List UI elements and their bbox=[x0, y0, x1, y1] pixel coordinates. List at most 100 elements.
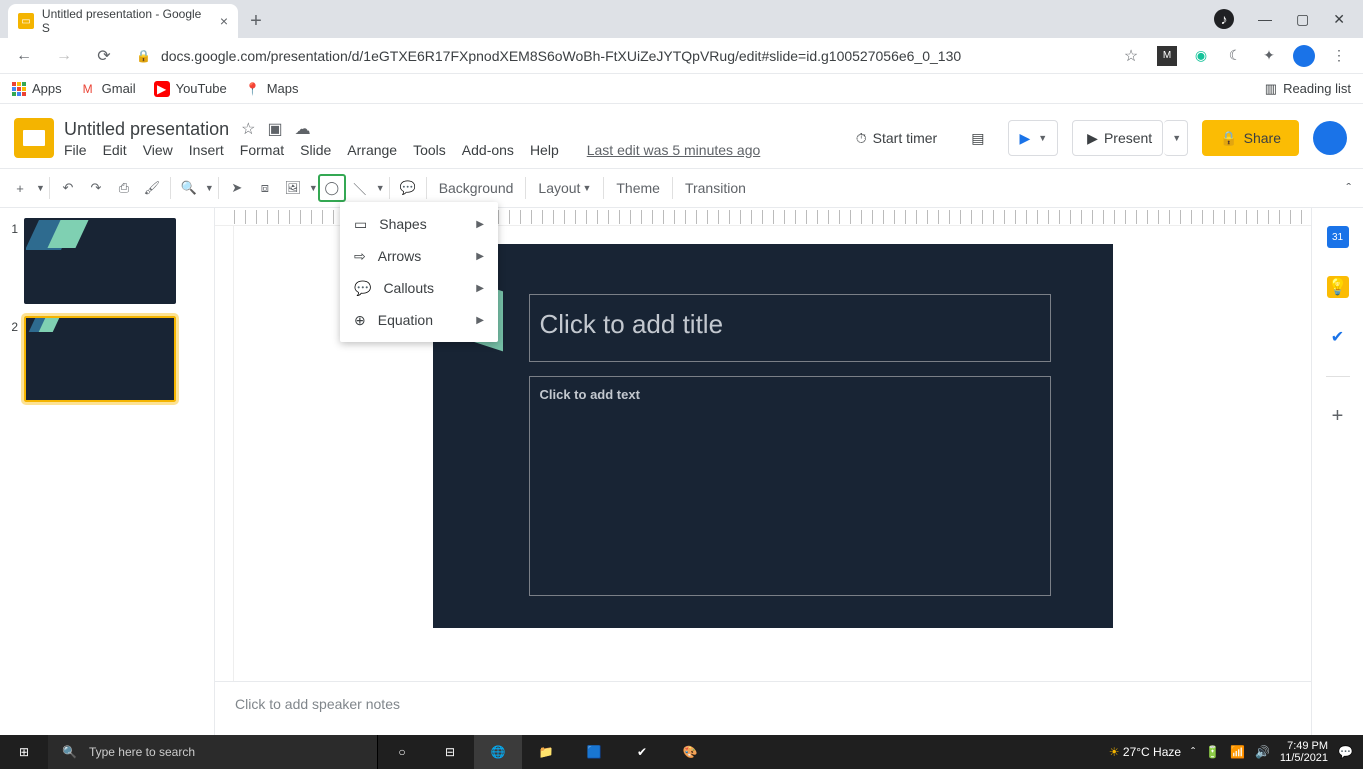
star-doc-icon[interactable]: ☆ bbox=[241, 119, 255, 139]
extensions-icon[interactable]: ✦ bbox=[1259, 46, 1279, 66]
speaker-notes[interactable]: Click to add speaker notes bbox=[215, 681, 1311, 735]
chrome-menu-icon[interactable]: ⋮ bbox=[1329, 46, 1349, 66]
media-control-icon[interactable]: ♪ bbox=[1214, 9, 1234, 29]
menu-view[interactable]: View bbox=[143, 142, 173, 158]
address-bar[interactable]: 🔒 docs.google.com/presentation/d/1eGTXE6… bbox=[130, 48, 1105, 64]
dropdown-icon[interactable]: ▼ bbox=[309, 183, 318, 193]
shape-tool-button[interactable]: ◯ bbox=[318, 174, 346, 202]
search-placeholder: Type here to search bbox=[89, 745, 195, 759]
system-clock[interactable]: 7:49 PM 11/5/2021 bbox=[1280, 740, 1328, 764]
tray-volume-icon[interactable]: 🔊 bbox=[1255, 745, 1270, 759]
ext-moon-icon[interactable]: ☾ bbox=[1225, 46, 1245, 66]
task-view-icon[interactable]: ⊟ bbox=[426, 735, 474, 769]
slide-thumbnail-1[interactable] bbox=[24, 218, 176, 304]
image-tool-button[interactable]: 🖼 bbox=[279, 174, 307, 202]
menu-format[interactable]: Format bbox=[240, 142, 284, 158]
maximize-icon[interactable]: ▢ bbox=[1296, 11, 1309, 28]
move-doc-icon[interactable]: ▣ bbox=[267, 119, 282, 139]
present-button[interactable]: ▶Present bbox=[1072, 120, 1163, 156]
layout-button[interactable]: Layout▼ bbox=[530, 174, 599, 202]
ext-grammarly-icon[interactable]: ◉ bbox=[1191, 46, 1211, 66]
reading-list-button[interactable]: ▥Reading list bbox=[1265, 81, 1351, 97]
new-tab-button[interactable]: + bbox=[242, 7, 270, 35]
explorer-app-icon[interactable]: 📁 bbox=[522, 735, 570, 769]
tab-close-icon[interactable]: × bbox=[220, 13, 228, 29]
menu-insert[interactable]: Insert bbox=[189, 142, 224, 158]
slideshow-button[interactable]: ▶▼ bbox=[1008, 120, 1058, 156]
dropdown-icon[interactable]: ▼ bbox=[36, 183, 45, 193]
title-placeholder[interactable]: Click to add title bbox=[529, 294, 1051, 362]
theme-button[interactable]: Theme bbox=[608, 174, 668, 202]
tray-wifi-icon[interactable]: 📶 bbox=[1230, 745, 1245, 759]
reload-button[interactable]: ⟳ bbox=[90, 42, 118, 70]
window-close-icon[interactable]: ✕ bbox=[1333, 11, 1345, 28]
new-slide-button[interactable]: + bbox=[6, 174, 34, 202]
menu-tools[interactable]: Tools bbox=[413, 142, 446, 158]
account-avatar-icon[interactable] bbox=[1313, 121, 1347, 155]
comment-tool-button[interactable]: 💬 bbox=[394, 174, 422, 202]
forward-button[interactable]: → bbox=[50, 42, 78, 70]
cloud-status-icon[interactable]: ☁ bbox=[295, 119, 311, 139]
start-timer-button[interactable]: ⏱Start timer bbox=[846, 120, 948, 156]
bookmark-apps[interactable]: Apps bbox=[12, 81, 62, 96]
menu-arrange[interactable]: Arrange bbox=[347, 142, 397, 158]
slide[interactable]: Click to add title Click to add text bbox=[433, 244, 1113, 628]
undo-button[interactable]: ↶ bbox=[54, 174, 82, 202]
keep-addon-icon[interactable]: 💡 bbox=[1327, 276, 1349, 298]
hide-menus-button[interactable]: ˆ bbox=[1346, 180, 1351, 196]
app-icon[interactable]: 🟦 bbox=[570, 735, 618, 769]
print-button[interactable]: ⎙ bbox=[110, 174, 138, 202]
notifications-icon[interactable]: 💬 bbox=[1338, 745, 1353, 759]
slides-header: Untitled presentation ☆ ▣ ☁ File Edit Vi… bbox=[0, 104, 1363, 168]
star-icon[interactable]: ☆ bbox=[1117, 42, 1145, 70]
document-title[interactable]: Untitled presentation bbox=[64, 119, 229, 140]
menu-help[interactable]: Help bbox=[530, 142, 559, 158]
select-tool-button[interactable]: ➤ bbox=[223, 174, 251, 202]
bookmark-gmail[interactable]: MGmail bbox=[80, 81, 136, 97]
present-dropdown-button[interactable]: ▼ bbox=[1164, 120, 1188, 156]
last-edit-link[interactable]: Last edit was 5 minutes ago bbox=[587, 142, 761, 158]
calendar-addon-icon[interactable]: 31 bbox=[1327, 226, 1349, 248]
app-icon[interactable]: ✔ bbox=[618, 735, 666, 769]
weather-widget[interactable]: ☀ 27°C Haze bbox=[1109, 745, 1181, 759]
slide-thumbnail-2[interactable] bbox=[24, 316, 176, 402]
chrome-app-icon[interactable]: 🌐 bbox=[474, 735, 522, 769]
dropdown-icon[interactable]: ▼ bbox=[376, 183, 385, 193]
bookmark-maps[interactable]: 📍Maps bbox=[245, 81, 299, 97]
menu-addons[interactable]: Add-ons bbox=[462, 142, 514, 158]
paint-app-icon[interactable]: 🎨 bbox=[666, 735, 714, 769]
shapes-menu-item[interactable]: ▭Shapes▶ bbox=[340, 208, 498, 240]
slides-logo-icon[interactable] bbox=[14, 118, 54, 158]
minimize-icon[interactable]: — bbox=[1258, 11, 1272, 27]
textbox-tool-button[interactable]: ⧈ bbox=[251, 174, 279, 202]
share-button[interactable]: 🔒Share bbox=[1202, 120, 1299, 156]
bookmark-youtube[interactable]: ▶YouTube bbox=[154, 81, 227, 97]
zoom-button[interactable]: 🔍 bbox=[175, 174, 203, 202]
add-addon-button[interactable]: + bbox=[1327, 405, 1349, 427]
taskbar-search[interactable]: 🔍 Type here to search bbox=[48, 735, 378, 769]
tasks-addon-icon[interactable]: ✔ bbox=[1327, 326, 1349, 348]
menu-slide[interactable]: Slide bbox=[300, 142, 331, 158]
back-button[interactable]: ← bbox=[10, 42, 38, 70]
background-button[interactable]: Background bbox=[431, 174, 522, 202]
comments-button[interactable]: ▤ bbox=[961, 120, 994, 156]
callouts-menu-item[interactable]: 💬Callouts▶ bbox=[340, 272, 498, 304]
start-button[interactable]: ⊞ bbox=[0, 735, 48, 769]
arrows-menu-item[interactable]: ⇨Arrows▶ bbox=[340, 240, 498, 272]
line-tool-button[interactable]: ＼ bbox=[346, 174, 374, 202]
cortana-icon[interactable]: ○ bbox=[378, 735, 426, 769]
dropdown-icon[interactable]: ▼ bbox=[205, 183, 214, 193]
ext-gmail-icon[interactable]: M bbox=[1157, 46, 1177, 66]
window-controls: ♪ — ▢ ✕ bbox=[1196, 0, 1363, 38]
transition-button[interactable]: Transition bbox=[677, 174, 754, 202]
menu-file[interactable]: File bbox=[64, 142, 87, 158]
menu-edit[interactable]: Edit bbox=[103, 142, 127, 158]
equation-menu-item[interactable]: ⊕Equation▶ bbox=[340, 304, 498, 336]
browser-tab[interactable]: ▭ Untitled presentation - Google S × bbox=[8, 4, 238, 38]
paint-format-button[interactable]: 🖌 bbox=[138, 174, 166, 202]
profile-avatar-icon[interactable] bbox=[1293, 45, 1315, 67]
tray-battery-icon[interactable]: 🔋 bbox=[1205, 745, 1220, 759]
tray-expand-icon[interactable]: ˆ bbox=[1191, 745, 1195, 759]
redo-button[interactable]: ↷ bbox=[82, 174, 110, 202]
body-placeholder[interactable]: Click to add text bbox=[529, 376, 1051, 596]
